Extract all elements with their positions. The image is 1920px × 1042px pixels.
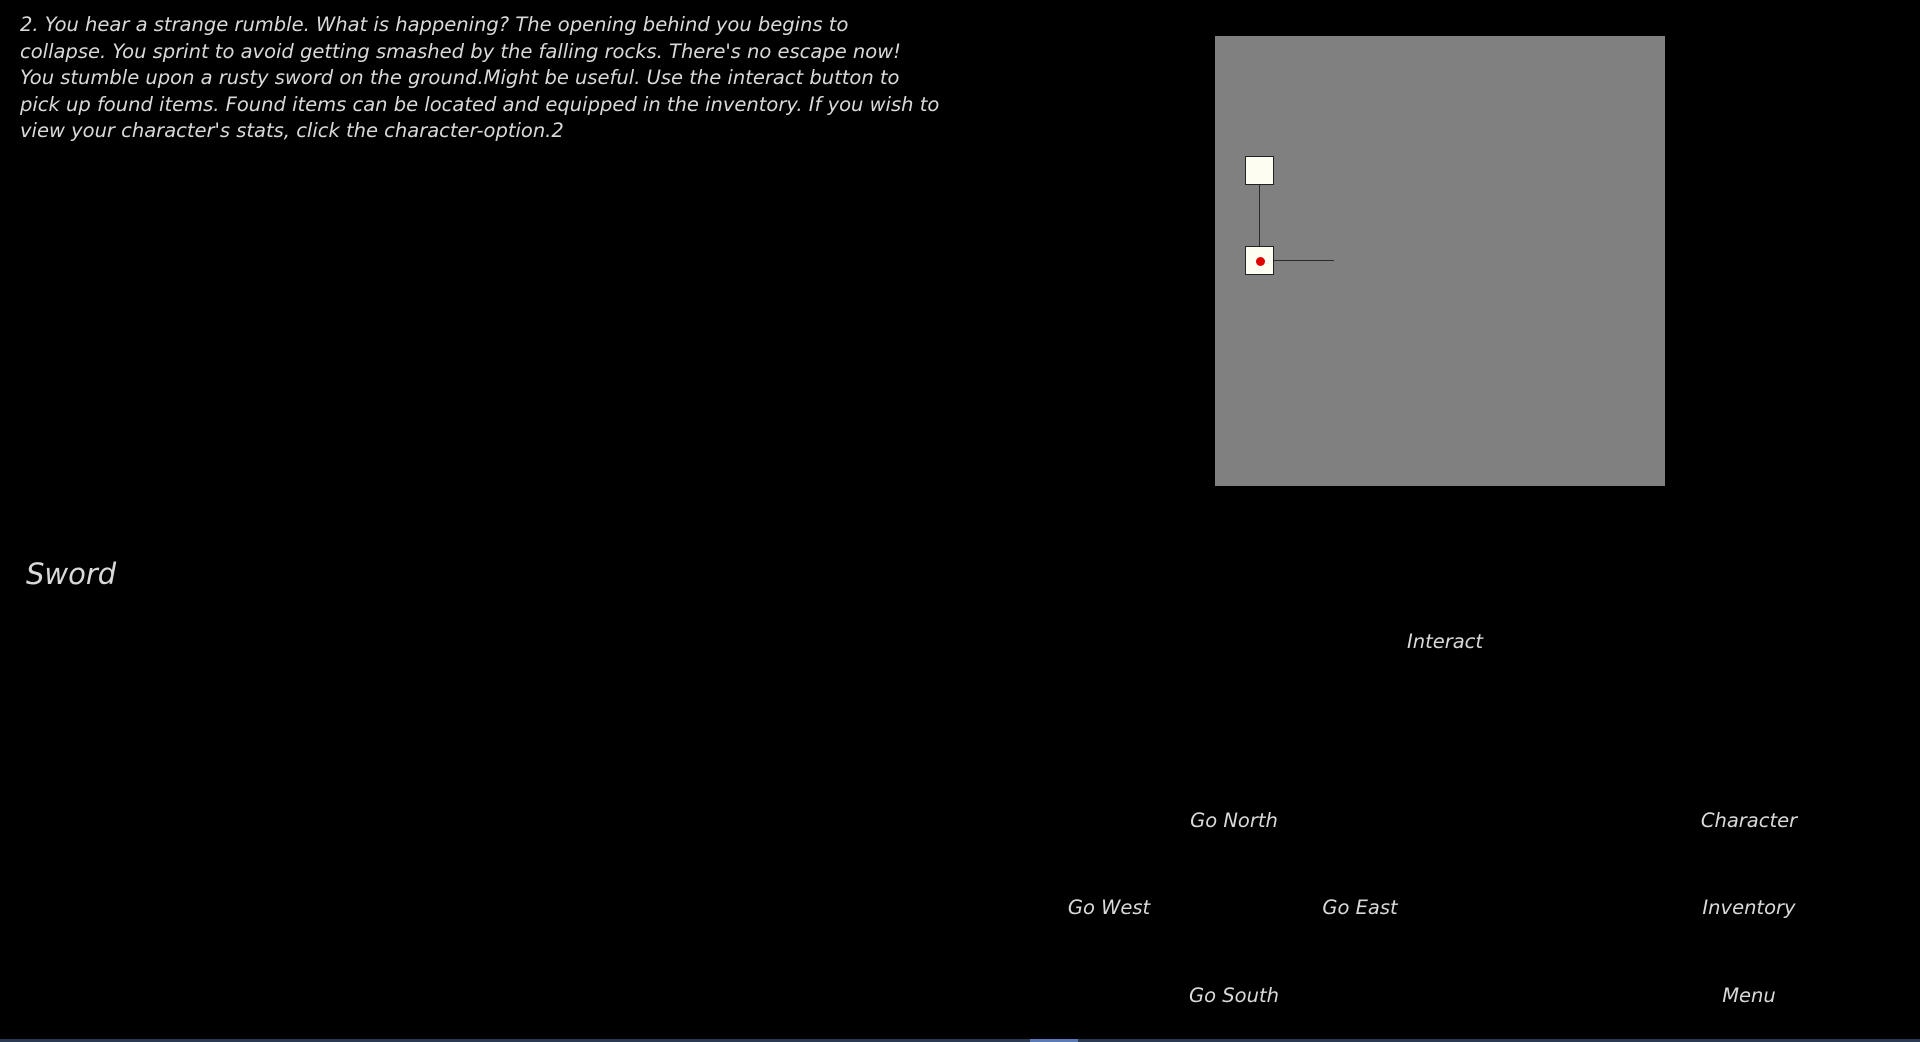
inventory-button[interactable]: Inventory — [1649, 896, 1849, 920]
found-item-label: Sword — [26, 557, 117, 591]
go-west-button[interactable]: Go West — [1009, 896, 1209, 920]
map-room-north — [1245, 156, 1274, 185]
dungeon-map — [1215, 36, 1665, 486]
map-room-current — [1245, 246, 1274, 275]
go-east-button[interactable]: Go East — [1260, 896, 1460, 920]
passage-east — [1274, 260, 1334, 261]
go-north-button[interactable]: Go North — [1134, 809, 1334, 833]
go-south-button[interactable]: Go South — [1134, 984, 1334, 1008]
passage-north — [1259, 185, 1260, 246]
character-button[interactable]: Character — [1649, 809, 1849, 833]
interact-button[interactable]: Interact — [1345, 630, 1545, 654]
story-text: 2. You hear a strange rumble. What is ha… — [20, 13, 940, 142]
player-marker-icon — [1256, 257, 1265, 266]
menu-button[interactable]: Menu — [1649, 984, 1849, 1008]
